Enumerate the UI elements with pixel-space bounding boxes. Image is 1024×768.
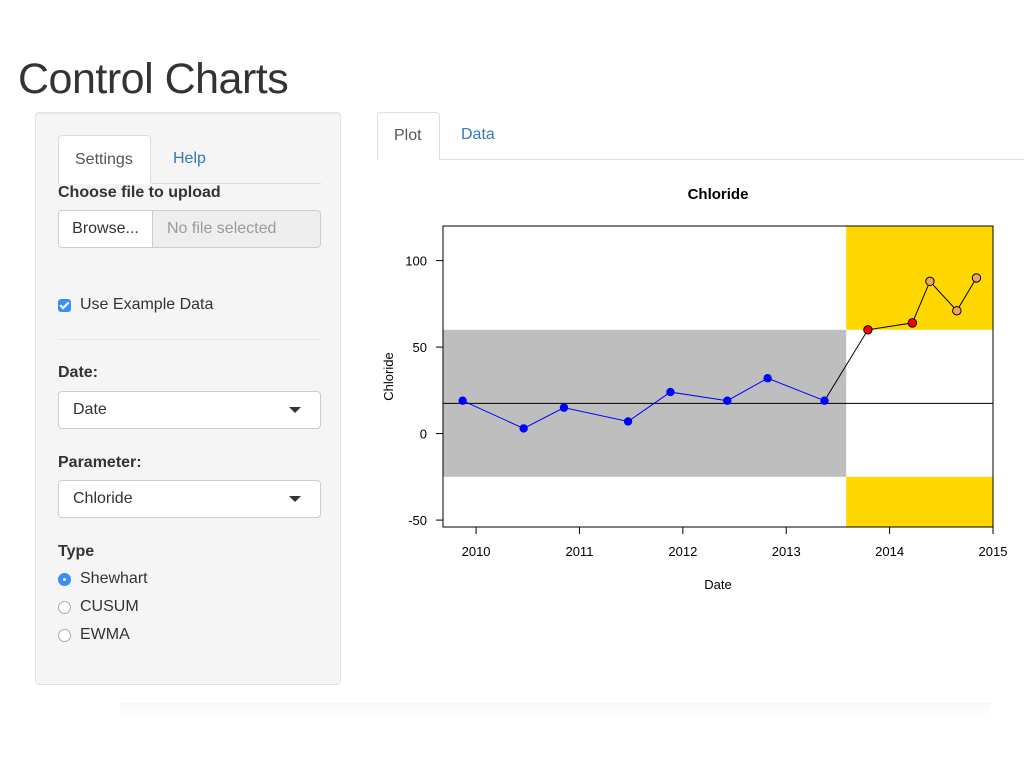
x-tick-label: 2012 [668, 544, 697, 559]
tab-data[interactable]: Data [445, 112, 511, 158]
y-tick-label: 0 [420, 427, 427, 442]
radio-ewma[interactable]: EWMA [58, 624, 130, 646]
radio-label: EWMA [80, 626, 130, 643]
flagged-data-point [952, 306, 962, 316]
flagged-data-point [925, 276, 935, 287]
lower-out-of-control-band [846, 476, 993, 527]
chevron-down-icon [289, 496, 301, 502]
data-point [820, 396, 829, 405]
y-tick-label: 50 [413, 340, 427, 355]
file-upload-group: Browse... No file selected [58, 210, 321, 248]
data-point [458, 396, 467, 405]
browse-button[interactable]: Browse... [58, 210, 153, 248]
data-point [723, 396, 732, 405]
tab-help[interactable]: Help [157, 135, 222, 182]
data-point [623, 417, 633, 426]
divider [58, 339, 321, 340]
use-example-data-checkbox[interactable]: Use Example Data [58, 294, 213, 316]
chart-title: Chloride [688, 186, 749, 203]
x-tick-label: 2013 [772, 544, 801, 559]
radio-cusum[interactable]: CUSUM [58, 596, 139, 618]
flagged-data-point [863, 325, 873, 335]
chevron-down-icon [289, 407, 301, 413]
parameter-select-value: Chloride [73, 490, 133, 507]
flagged-data-point [907, 318, 918, 328]
flagged-data-point [971, 273, 982, 283]
parameter-label: Parameter: [58, 454, 142, 471]
x-tick-label: 2010 [462, 544, 491, 559]
radio-shewhart[interactable]: Shewhart [58, 568, 148, 590]
radio-selected-icon[interactable] [58, 572, 71, 586]
radio-unselected-icon[interactable] [58, 600, 71, 614]
y-tick-label: -50 [408, 513, 427, 528]
date-select-value: Date [73, 401, 107, 418]
upper-out-of-control-band [846, 226, 993, 330]
x-tick-label: 2014 [875, 544, 904, 559]
file-name-display[interactable]: No file selected [152, 210, 321, 248]
file-upload-label: Choose file to upload [58, 184, 221, 201]
sidebar-panel: Settings Help Choose file to upload Brow… [35, 112, 341, 685]
main-tabs: Plot Data [377, 112, 1024, 160]
panel-shadow [120, 703, 990, 717]
date-select[interactable]: Date [58, 391, 321, 429]
data-point [559, 403, 569, 412]
x-tick-label: 2015 [979, 544, 1008, 559]
checkbox-checked-icon[interactable] [58, 298, 71, 312]
date-label: Date: [58, 364, 99, 381]
page-title: Control Charts [18, 55, 289, 103]
parameter-select[interactable]: Chloride [58, 480, 321, 518]
radio-label: Shewhart [80, 570, 148, 587]
y-tick-label: 100 [405, 254, 427, 269]
radio-unselected-icon[interactable] [58, 628, 71, 642]
use-example-data-label: Use Example Data [80, 296, 214, 313]
data-point [763, 374, 772, 383]
radio-label: CUSUM [80, 598, 139, 615]
data-point [519, 424, 528, 433]
data-point [666, 387, 675, 397]
control-chart: 2010 2011 2012 2013 2014 2015 -50 0 50 100 Chlorid… [381, 186, 1008, 592]
type-label: Type [58, 543, 95, 560]
tab-plot[interactable]: Plot [377, 112, 440, 160]
sidebar-tabs: Settings Help [58, 135, 321, 184]
x-axis-label: Date [704, 577, 731, 592]
tab-settings[interactable]: Settings [58, 135, 151, 184]
x-tick-label: 2011 [565, 544, 593, 559]
y-axis-label: Chloride [381, 352, 396, 400]
